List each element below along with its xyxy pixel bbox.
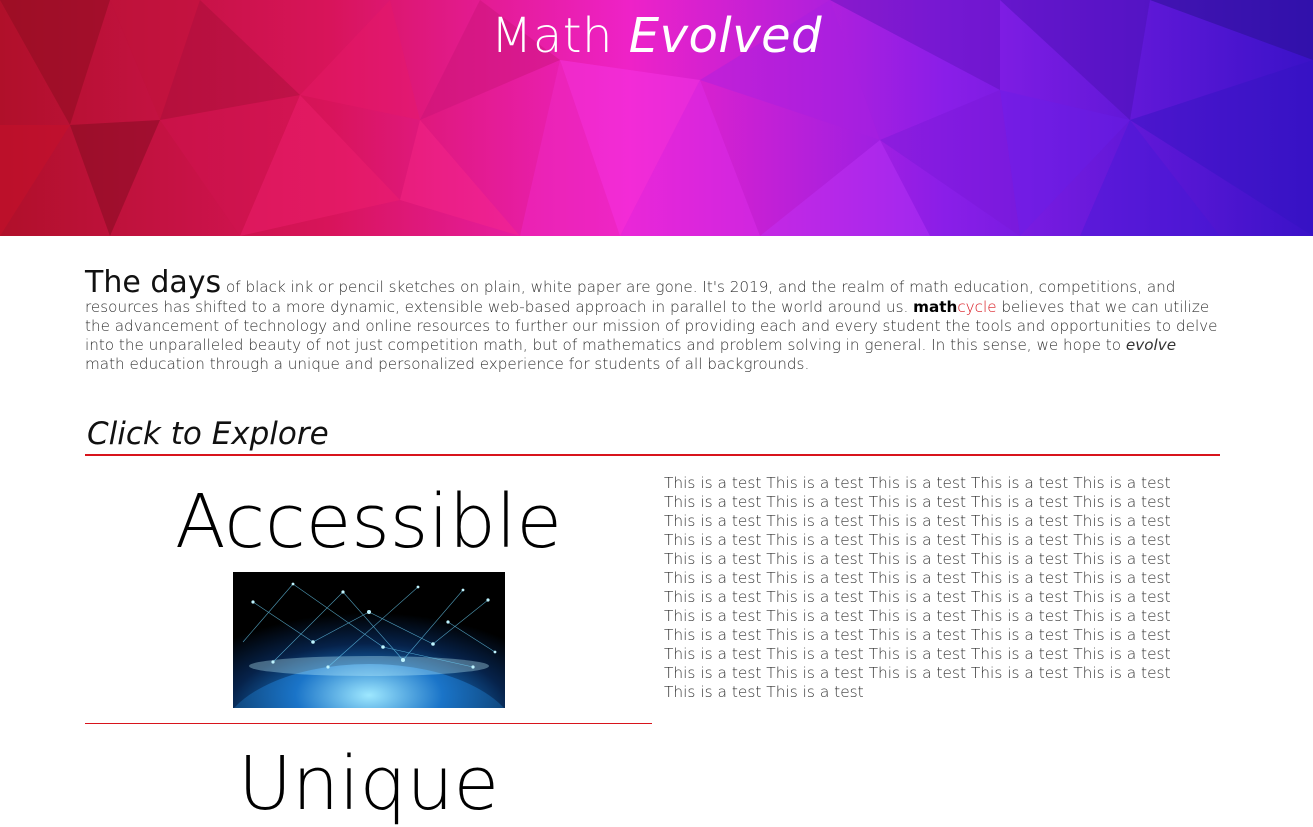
- feature-accessible-title[interactable]: Accessible: [85, 482, 652, 562]
- intro-text-3: math education through a unique and pers…: [85, 355, 810, 373]
- feature-description: This is a test This is a test This is a …: [664, 474, 1171, 701]
- site-title-plain: Math: [490, 8, 613, 64]
- site-title-emphasis: Evolved: [628, 8, 823, 64]
- intro-emphasis: evolve: [1125, 336, 1177, 354]
- explore-section-header: Click to Explore: [85, 413, 1220, 456]
- brand-math: math: [913, 298, 958, 316]
- globe-network-icon: [233, 572, 505, 708]
- globe-network-image[interactable]: [233, 572, 505, 708]
- feature-divider: [85, 723, 652, 724]
- feature-unique-title[interactable]: Unique: [85, 744, 652, 824]
- intro-paragraph: The days of black ink or pencil sketches…: [85, 268, 1220, 374]
- explore-heading: Click to Explore: [87, 416, 329, 452]
- site-title: Math Evolved: [0, 8, 1313, 64]
- brand-cycle: cycle: [957, 298, 997, 316]
- hero-banner: Math Evolved: [0, 0, 1313, 236]
- intro-lead: The days: [85, 265, 222, 300]
